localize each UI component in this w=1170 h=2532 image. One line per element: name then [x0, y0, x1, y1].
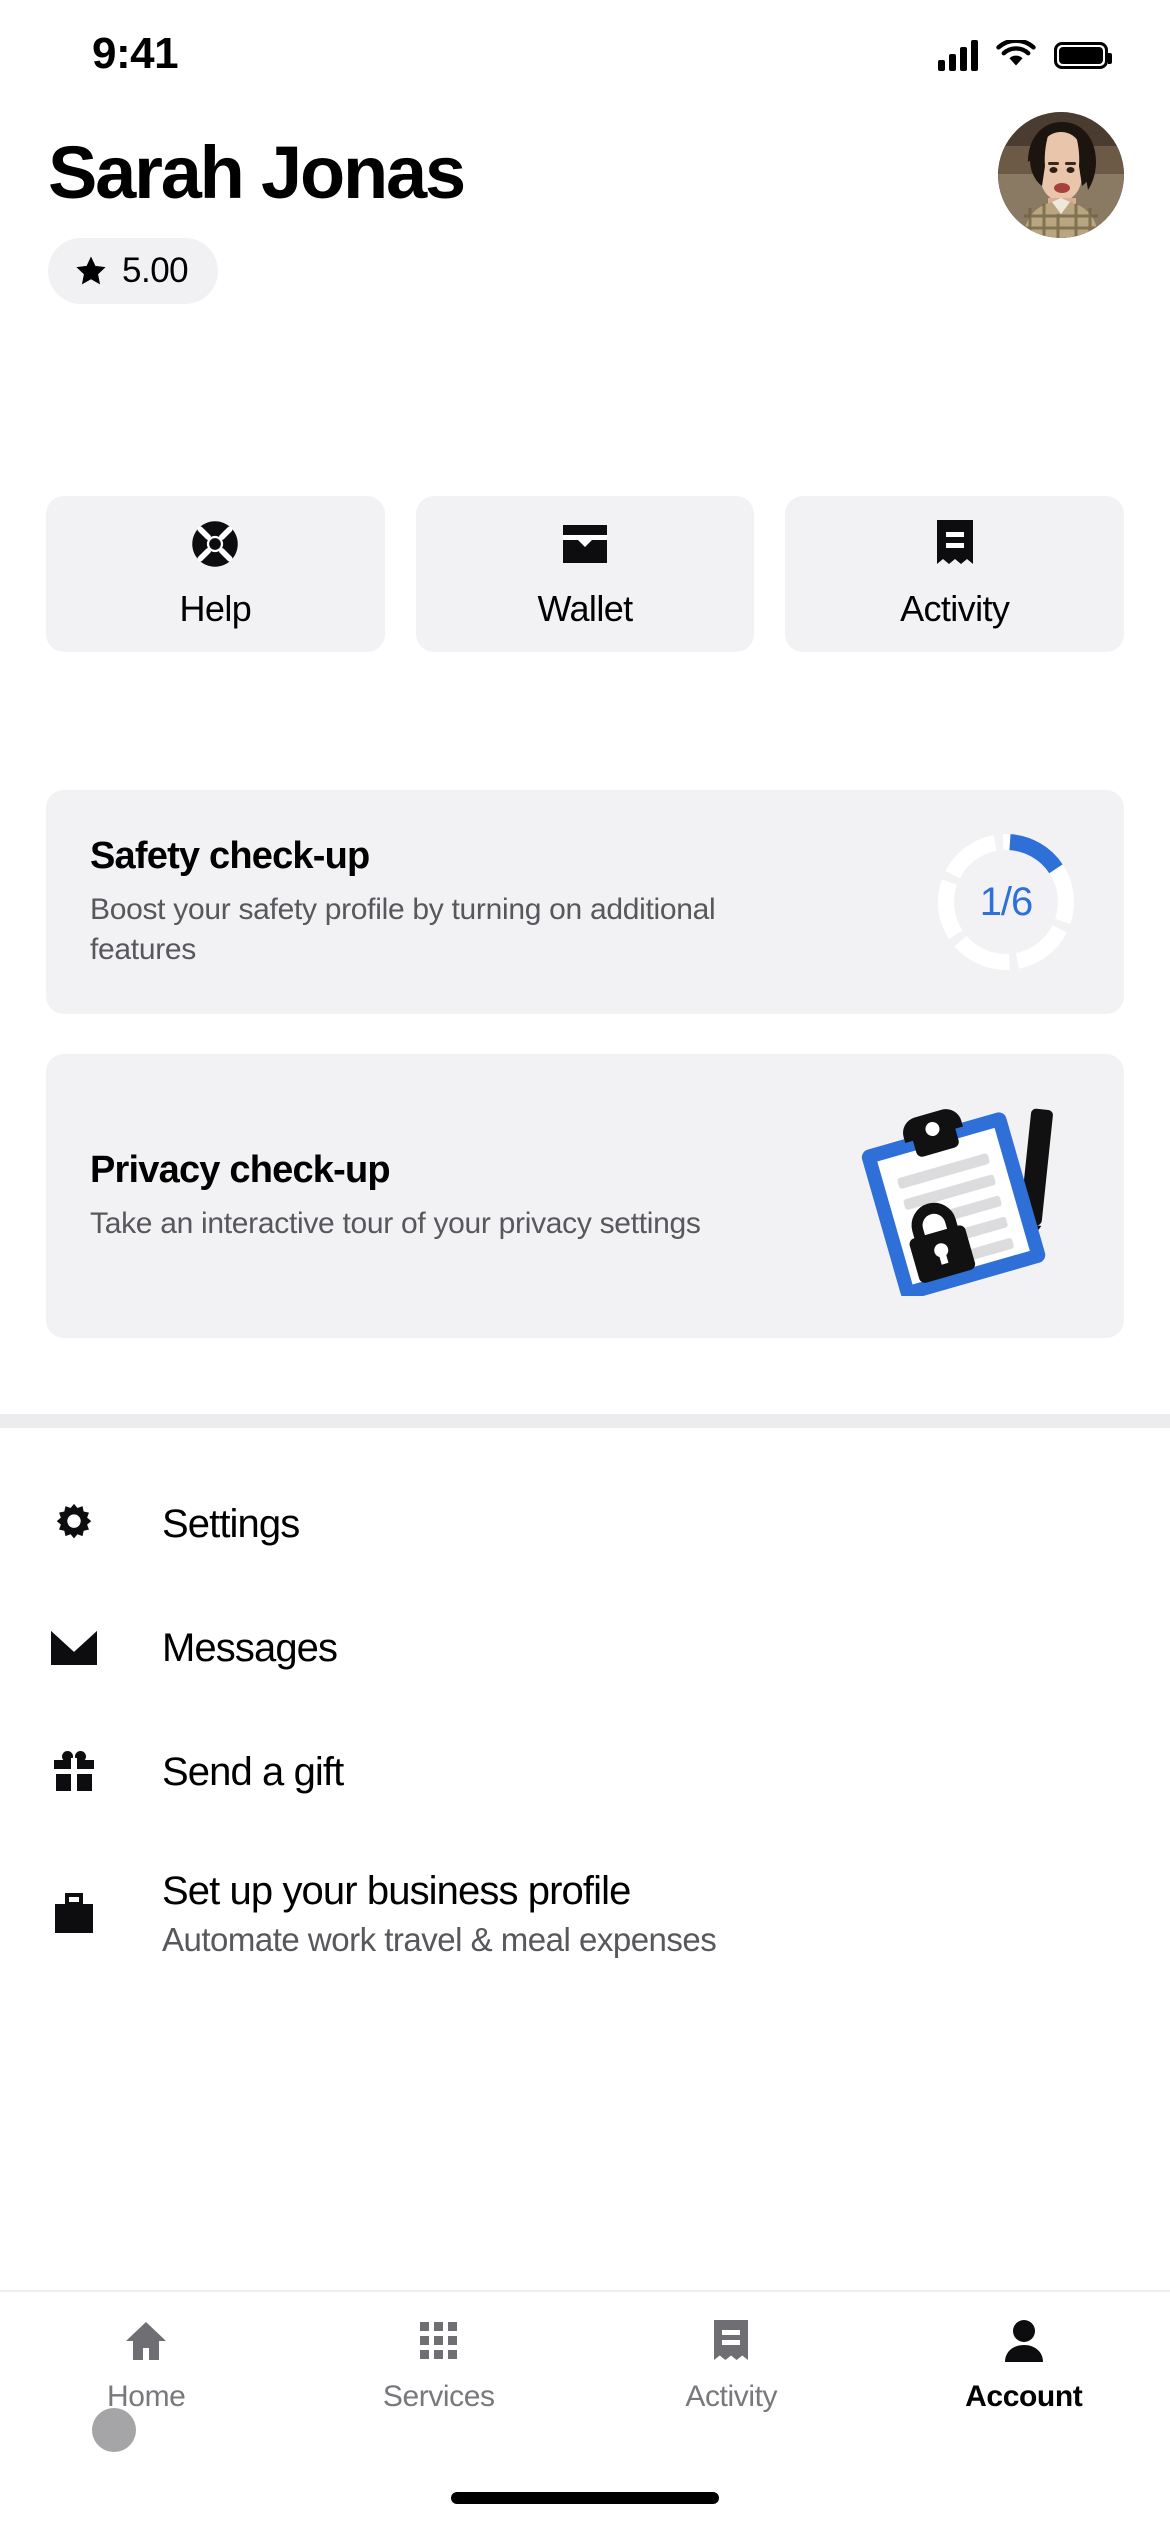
menu-item-settings[interactable]: Settings [46, 1462, 1124, 1586]
star-icon [76, 256, 106, 285]
person-icon [1002, 2316, 1046, 2366]
page-title: Sarah Jonas [48, 131, 466, 214]
menu-item-label: Send a gift [162, 1750, 344, 1794]
tab-services[interactable]: Services [293, 2316, 586, 2414]
avatar[interactable] [998, 112, 1124, 238]
privacy-checkup-text: Privacy check-up Take an interactive tou… [90, 1148, 701, 1243]
menu-item-messages[interactable]: Messages [46, 1586, 1124, 1710]
tab-label: Services [382, 2380, 495, 2413]
gear-icon [46, 1496, 102, 1552]
status-indicators [938, 39, 1112, 71]
safety-progress-label: 1/6 [979, 879, 1034, 924]
safety-progress-ring: 1/6 [932, 828, 1080, 976]
tab-home[interactable]: Home [0, 2316, 293, 2414]
home-indicator[interactable] [451, 2492, 719, 2504]
menu-item-send-a-gift[interactable]: Send a gift [46, 1710, 1124, 1834]
quick-actions: Help Wallet Activity [0, 496, 1170, 652]
briefcase-icon [46, 1886, 102, 1942]
menu-item-label: Settings [162, 1502, 300, 1546]
cursor-indicator [92, 2408, 136, 2452]
quick-action-activity[interactable]: Activity [785, 496, 1125, 652]
bottom-tab-bar: Home Services Activity Account [0, 2290, 1170, 2440]
receipt-icon [712, 2316, 750, 2366]
privacy-checkup-card[interactable]: Privacy check-up Take an interactive tou… [46, 1054, 1124, 1338]
clipboard-lock-illustration [840, 1096, 1080, 1296]
grid-icon [418, 2316, 460, 2366]
menu-item-texts: Set up your business profile Automate wo… [162, 1868, 717, 1960]
profile-header: Sarah Jonas 5.00 [0, 112, 1170, 304]
rating-badge[interactable]: 5.00 [48, 238, 219, 304]
tab-account[interactable]: Account [878, 2316, 1170, 2414]
quick-action-help[interactable]: Help [46, 496, 385, 652]
rating-value: 5.00 [122, 251, 189, 290]
privacy-checkup-title: Privacy check-up [90, 1149, 391, 1192]
menu-item-subtitle: Automate work travel & meal expenses [162, 1921, 717, 1958]
menu-item-texts: Send a gift [162, 1749, 344, 1795]
wifi-icon [996, 40, 1036, 66]
safety-checkup-subtitle: Boost your safety profile by turning on … [90, 892, 716, 966]
profile-photo [998, 112, 1124, 238]
menu-item-texts: Settings [162, 1501, 300, 1547]
quick-action-label: Help [179, 588, 252, 629]
cellular-signal-icon [938, 39, 978, 71]
tab-label: Activity [685, 2380, 778, 2413]
battery-full-icon [1054, 41, 1112, 69]
quick-action-label: Activity [900, 588, 1010, 629]
section-divider [0, 1414, 1170, 1428]
status-bar: 9:41 [0, 0, 1170, 100]
quick-action-wallet[interactable]: Wallet [415, 496, 755, 652]
menu-item-label: Set up your business profile [162, 1869, 631, 1913]
account-menu: Settings Messages Send a gift Set up you… [0, 1462, 1170, 1994]
privacy-checkup-subtitle: Take an interactive tour of your privacy… [90, 1206, 701, 1240]
safety-checkup-title: Safety check-up [90, 835, 370, 878]
safety-checkup-text: Safety check-up Boost your safety profil… [90, 834, 770, 969]
profile-header-text: Sarah Jonas 5.00 [48, 112, 466, 304]
receipt-icon [929, 518, 981, 570]
tab-activity[interactable]: Activity [585, 2316, 878, 2414]
tab-label: Account [965, 2380, 1083, 2413]
gift-icon [46, 1744, 102, 1800]
menu-item-business-profile[interactable]: Set up your business profile Automate wo… [46, 1834, 1124, 1994]
wallet-icon [559, 518, 611, 570]
status-time: 9:41 [92, 29, 179, 78]
envelope-icon [46, 1620, 102, 1676]
quick-action-label: Wallet [537, 588, 633, 629]
account-screen: 9:41 Sarah Jonas 5.00 Help Wallet Activi… [0, 0, 1170, 2532]
life-ring-icon [189, 518, 241, 570]
menu-item-texts: Messages [162, 1625, 338, 1671]
home-icon [123, 2316, 169, 2366]
safety-checkup-card[interactable]: Safety check-up Boost your safety profil… [46, 790, 1124, 1014]
menu-item-label: Messages [162, 1626, 338, 1670]
